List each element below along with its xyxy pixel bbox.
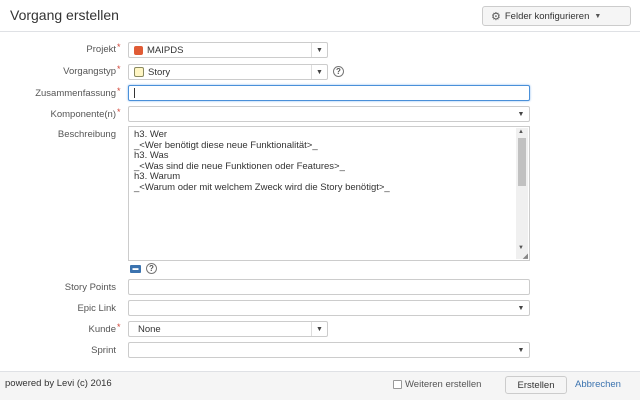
cancel-link[interactable]: Abbrechen [575, 379, 621, 390]
text-cursor [134, 88, 135, 98]
epic-link-label: Epic Link [77, 303, 116, 314]
description-textarea[interactable]: h3. Wer _<Wer benötigt diese neue Funkti… [128, 126, 530, 261]
description-line: h3. Was [134, 150, 169, 161]
dialog-title: Vorgang erstellen [10, 7, 119, 23]
project-value: MAIPDS [147, 44, 184, 56]
scroll-down-icon[interactable]: ▼ [518, 245, 524, 251]
create-button[interactable]: Erstellen [505, 376, 567, 394]
chevron-down-icon: ▼ [517, 110, 525, 118]
issue-type-value: Story [148, 66, 171, 78]
description-lines: h3. Wer _<Wer benötigt diese neue Funkti… [134, 129, 390, 193]
chevron-down-icon: ▼ [517, 304, 525, 312]
story-points-input[interactable] [128, 279, 530, 295]
chevron-down-icon: ▼ [594, 12, 602, 20]
chevron-down-icon: ▼ [311, 65, 327, 79]
required-marker: * [117, 107, 121, 117]
chevron-down-icon: ▼ [311, 322, 327, 336]
required-marker: * [117, 64, 121, 74]
description-line: h3. Warum [134, 171, 181, 182]
configure-fields-button[interactable]: ⚙ Felder konfigurieren ▼ [482, 6, 631, 26]
description-label: Beschreibung [57, 129, 116, 140]
issue-type-select[interactable]: Story ▼ [128, 64, 328, 80]
help-icon[interactable]: ? [146, 263, 157, 274]
description-scrollbar[interactable]: ▲ ▼ [516, 128, 528, 259]
chevron-down-icon: ▼ [311, 43, 327, 57]
create-another-checkbox[interactable] [393, 380, 402, 389]
wiki-style-icon[interactable]: ▬ [130, 265, 141, 273]
description-line: _<Wer benötigt diese neue Funktionalität… [134, 139, 318, 151]
components-input[interactable]: ▼ [128, 106, 530, 122]
customer-value: None [138, 323, 161, 335]
sprint-input[interactable]: ▼ [128, 342, 530, 358]
scrollbar-thumb[interactable] [518, 138, 526, 186]
description-line: h3. Wer [134, 129, 168, 140]
powered-by-text: powered by Levi (c) 2016 [5, 378, 112, 389]
project-icon [134, 45, 143, 55]
configure-fields-label: Felder konfigurieren [504, 10, 590, 22]
required-marker: * [117, 86, 121, 96]
dialog-header: Vorgang erstellen ⚙ Felder konfigurieren… [0, 0, 640, 32]
resize-handle-icon[interactable]: ◢ [523, 252, 528, 260]
chevron-down-icon: ▼ [517, 346, 525, 354]
epic-link-input[interactable]: ▼ [128, 300, 530, 316]
create-another-label[interactable]: Weiteren erstellen [405, 379, 481, 390]
description-line: _<Warum oder mit welchem Zweck wird die … [134, 181, 390, 193]
gear-icon: ⚙ [491, 10, 501, 23]
issue-type-label: Vorgangstyp [63, 66, 116, 77]
required-marker: * [117, 322, 121, 332]
summary-label: Zusammenfassung [35, 88, 116, 99]
help-icon[interactable]: ? [333, 66, 344, 77]
scroll-up-icon[interactable]: ▲ [518, 129, 524, 135]
project-select[interactable]: MAIPDS ▼ [128, 42, 328, 58]
project-label: Projekt [86, 44, 116, 55]
required-marker: * [117, 42, 121, 52]
components-label: Komponente(n) [50, 109, 116, 120]
dialog-footer: powered by Levi (c) 2016 Weiteren erstel… [0, 371, 640, 400]
summary-input[interactable] [128, 85, 530, 101]
sprint-label: Sprint [91, 345, 116, 356]
customer-select[interactable]: None ▼ [128, 321, 328, 337]
story-icon [134, 67, 144, 77]
customer-label: Kunde [88, 324, 116, 335]
story-points-label: Story Points [64, 282, 116, 293]
